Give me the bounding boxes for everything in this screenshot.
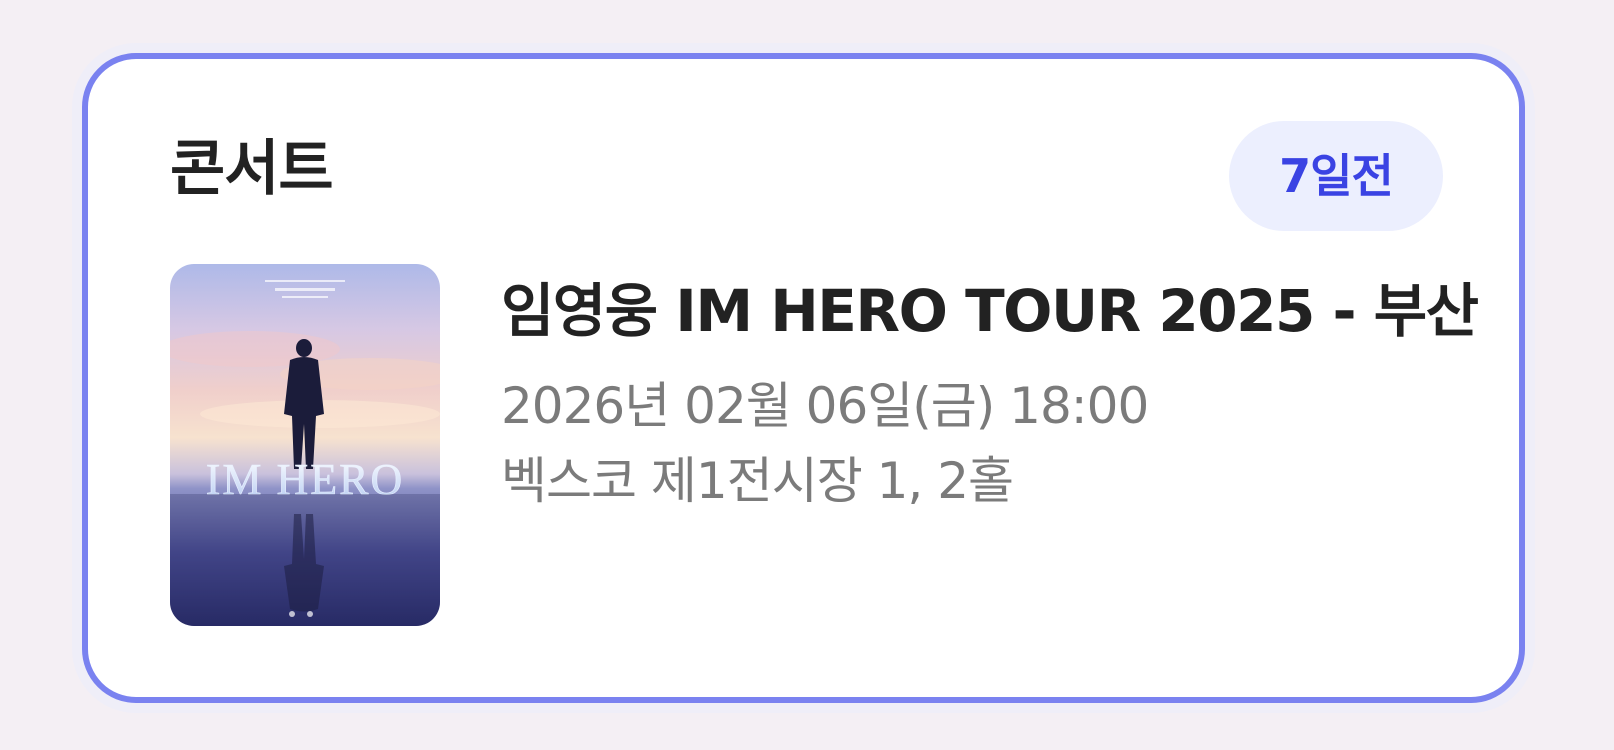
event-poster-image[interactable]: IM HERO xyxy=(170,264,440,626)
event-category: 콘서트 xyxy=(170,134,334,204)
dday-label: 7일전 xyxy=(1279,149,1394,203)
event-title[interactable]: 임영웅 IM HERO TOUR 2025 - 부산 xyxy=(501,277,1479,347)
event-venue: 벡스코 제1전시장 1, 2홀 xyxy=(501,452,1014,510)
dday-badge: 7일전 xyxy=(1229,121,1443,231)
event-datetime: 2026년 02월 06일(금) 18:00 xyxy=(501,377,1149,435)
event-card[interactable]: 콘서트 7일전 IM HERO 임영웅 IM HERO TOUR 2025 - … xyxy=(82,53,1525,703)
